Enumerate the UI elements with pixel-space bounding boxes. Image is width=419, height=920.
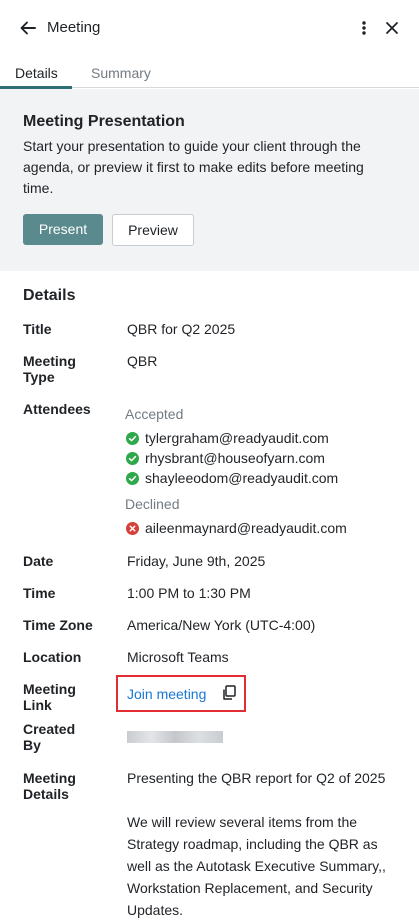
copy-icon bbox=[223, 685, 236, 700]
meeting-details-label-line1: Meeting bbox=[23, 770, 76, 786]
location-label: Location bbox=[23, 649, 82, 665]
more-options-button[interactable] bbox=[354, 16, 374, 40]
attendee-email: rhysbrant@houseofyarn.com bbox=[145, 450, 325, 466]
meeting-details-body: We will review several items from the St… bbox=[127, 814, 386, 918]
attendee-email: tylergraham@readyaudit.com bbox=[145, 430, 329, 446]
presentation-description: Start your presentation to guide your cl… bbox=[23, 138, 364, 196]
time-value: 1:00 PM to 1:30 PM bbox=[127, 585, 251, 601]
created-by-label-line1: Created bbox=[23, 721, 76, 737]
meeting-type-label-line1: Meeting bbox=[23, 353, 76, 369]
date-value: Friday, June 9th, 2025 bbox=[127, 553, 266, 569]
accepted-heading: Accepted bbox=[125, 406, 184, 422]
back-button[interactable] bbox=[16, 16, 40, 40]
arrow-left-icon bbox=[20, 21, 36, 35]
tab-bar: Details Summary bbox=[0, 56, 419, 89]
meeting-link-label-line2: Link bbox=[23, 697, 52, 713]
check-circle-icon bbox=[126, 432, 139, 445]
attendees-label: Attendees bbox=[23, 401, 91, 417]
presentation-title: Meeting Presentation bbox=[23, 113, 185, 130]
present-button[interactable]: Present bbox=[23, 214, 103, 245]
meeting-link-label-line1: Meeting bbox=[23, 681, 76, 697]
time-zone-label: Time Zone bbox=[23, 617, 93, 633]
title-value: QBR for Q2 2025 bbox=[127, 321, 236, 337]
date-label: Date bbox=[23, 553, 54, 569]
x-circle-icon bbox=[126, 522, 139, 535]
tab-summary[interactable]: Summary bbox=[91, 65, 151, 81]
preview-button[interactable]: Preview bbox=[112, 214, 194, 246]
close-button[interactable] bbox=[380, 16, 404, 40]
presentation-panel: Meeting Presentation Start your presenta… bbox=[0, 89, 419, 271]
join-meeting-link[interactable]: Join meeting bbox=[127, 686, 206, 702]
meeting-details-summary: Presenting the QBR report for Q2 of 2025 bbox=[127, 770, 386, 786]
close-icon bbox=[386, 22, 398, 34]
title-label: Title bbox=[23, 321, 52, 337]
page-title: Meeting bbox=[47, 19, 101, 36]
kebab-vertical-icon bbox=[362, 21, 366, 35]
location-value: Microsoft Teams bbox=[127, 649, 229, 665]
attendee-email: aileenmaynard@readyaudit.com bbox=[145, 520, 347, 536]
time-zone-value: America/New York (UTC-4:00) bbox=[127, 617, 316, 633]
app-header: Meeting bbox=[0, 0, 419, 56]
redacted-creator-name bbox=[127, 731, 223, 743]
attendee-email: shayleeodom@readyaudit.com bbox=[145, 470, 339, 486]
meeting-type-value: QBR bbox=[127, 353, 158, 369]
declined-heading: Declined bbox=[125, 496, 180, 512]
time-label: Time bbox=[23, 585, 56, 601]
check-circle-icon bbox=[126, 472, 139, 485]
check-circle-icon bbox=[126, 452, 139, 465]
meeting-details-label-line2: Details bbox=[23, 786, 69, 802]
tab-details[interactable]: Details bbox=[15, 65, 58, 81]
details-heading: Details bbox=[23, 287, 76, 304]
meeting-type-label-line2: Type bbox=[23, 369, 55, 385]
created-by-label-line2: By bbox=[23, 737, 41, 753]
copy-link-button[interactable] bbox=[222, 685, 236, 701]
